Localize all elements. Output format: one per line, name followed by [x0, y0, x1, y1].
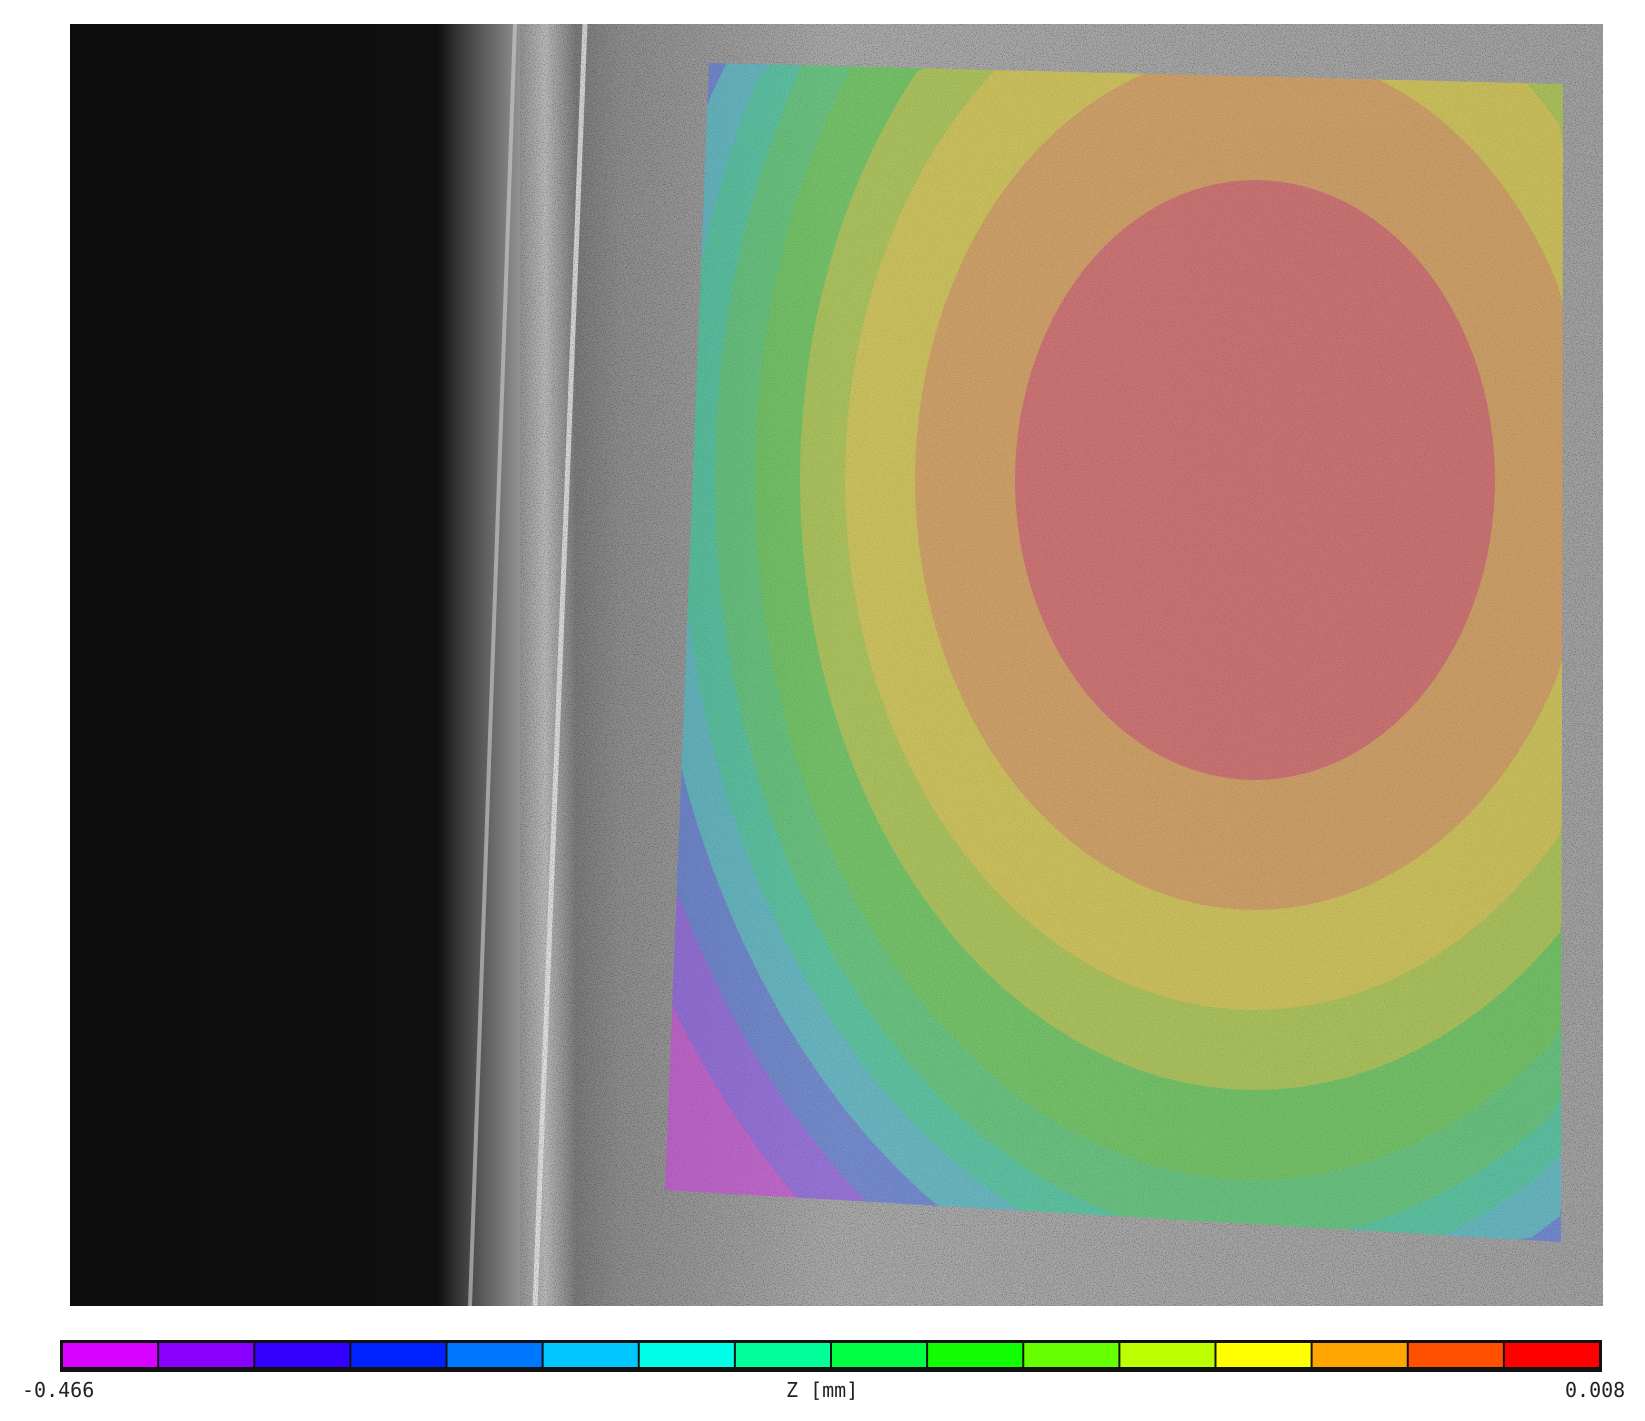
contour-plot [60, 23, 1603, 1372]
colorbar-level-6 [639, 1343, 734, 1367]
contour-band-10 [1015, 180, 1495, 780]
colorbar [60, 1340, 1602, 1372]
colorbar-level-5 [543, 1343, 638, 1367]
colorbar-level-12 [1216, 1343, 1311, 1367]
colorbar-level-15 [1504, 1343, 1599, 1367]
colorbar-max-label: 0.008 [1565, 1378, 1626, 1402]
colorbar-level-7 [735, 1343, 830, 1367]
z-contour-overlay [665, 63, 1563, 1242]
colorbar-level-2 [255, 1343, 350, 1367]
colorbar-min-label: -0.466 [22, 1378, 95, 1402]
colorbar-level-11 [1120, 1343, 1215, 1367]
colorbar-level-1 [159, 1343, 254, 1367]
colorbar-level-3 [351, 1343, 446, 1367]
colorbar-level-4 [447, 1343, 542, 1367]
colorbar-level-0 [63, 1343, 158, 1367]
colorbar-level-9 [928, 1343, 1023, 1367]
colorbar-level-10 [1024, 1343, 1119, 1367]
colorbar-axis-label: Z [mm] [786, 1378, 859, 1402]
colorbar-level-8 [832, 1343, 927, 1367]
colorbar-level-13 [1312, 1343, 1407, 1367]
colorbar-level-14 [1408, 1343, 1503, 1367]
